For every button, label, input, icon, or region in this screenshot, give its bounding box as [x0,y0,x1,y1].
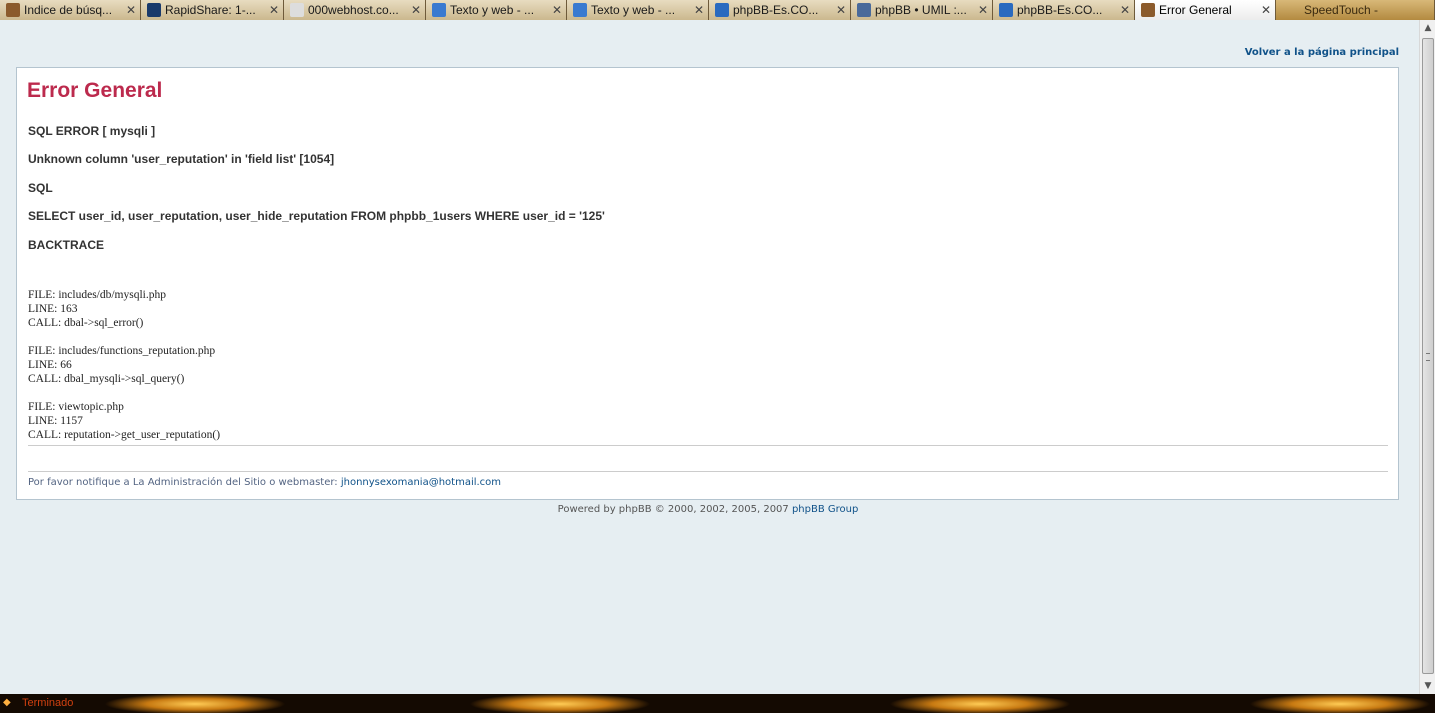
webmaster-email-link[interactable]: jhonnysexomania@hotmail.com [341,477,501,488]
close-tab-icon[interactable]: ✕ [694,3,704,17]
page-favicon-icon [715,3,729,17]
page-content: Volver a la página principal Error Gener… [0,20,1419,694]
browser-tab[interactable]: phpBB • UMIL :... ✕ [851,0,993,20]
browser-tab[interactable]: Texto y web - ... ✕ [426,0,567,20]
sql-label: SQL [28,181,53,195]
page-title: Error General [27,79,163,102]
browser-tab[interactable]: 000webhost.co... ✕ [284,0,426,20]
tab-label: phpBB • UMIL :... [875,3,967,17]
browser-status-bar: ◆ Terminado [0,694,1435,713]
tab-label: 000webhost.co... [308,3,399,17]
close-tab-icon[interactable]: ✕ [552,3,562,17]
browser-tab[interactable]: Indice de búsq... ✕ [0,0,141,20]
status-text: Terminado [22,697,74,709]
browser-tab[interactable]: Texto y web - ... ✕ [567,0,709,20]
close-tab-icon[interactable]: ✕ [1261,3,1271,17]
backtrace-call: CALL: reputation->get_user_reputation() [28,429,221,441]
page-favicon-icon [857,3,871,17]
browser-tab-strip: Indice de búsq... ✕ RapidShare: 1-... ✕ … [0,0,1435,20]
error-panel: Error General SQL ERROR [ mysqli ] Unkno… [16,67,1399,500]
tab-label: phpBB-Es.CO... [733,3,819,17]
backtrace-entry: FILE: includes/functions_reputation.php … [28,344,220,386]
close-tab-icon[interactable]: ✕ [1120,3,1130,17]
page-favicon-icon [147,3,161,17]
divider [28,445,1388,446]
tab-label: Indice de búsq... [24,3,113,17]
page-favicon-icon [6,3,20,17]
browser-tab-active[interactable]: Error General ✕ [1135,0,1276,20]
backtrace-call: CALL: dbal_mysqli->sql_query() [28,373,185,385]
browser-tab[interactable]: RapidShare: 1-... ✕ [141,0,284,20]
backtrace-entry: FILE: includes/db/mysqli.php LINE: 163 C… [28,288,220,330]
divider [28,471,1388,472]
close-tab-icon[interactable]: ✕ [836,3,846,17]
page-favicon-icon [1141,3,1155,17]
scroll-down-arrow-icon[interactable]: ▼ [1420,678,1435,694]
backtrace-list: FILE: includes/db/mysqli.php LINE: 163 C… [28,288,220,456]
backtrace-line: LINE: 163 [28,303,78,315]
scroll-up-arrow-icon[interactable]: ▲ [1420,20,1435,36]
phpbb-group-link[interactable]: phpBB Group [792,504,858,515]
sql-error-type: SQL ERROR [ mysqli ] [28,124,156,138]
close-tab-icon[interactable]: ✕ [978,3,988,17]
browser-tab[interactable]: SpeedTouch - [1276,0,1435,20]
powered-text: Powered by phpBB © 2000, 2002, 2005, 200… [557,504,792,515]
tab-label: phpBB-Es.CO... [1017,3,1103,17]
scrollbar-thumb[interactable] [1422,38,1434,674]
browser-tab[interactable]: phpBB-Es.CO... ✕ [993,0,1135,20]
grip-icon [1426,353,1430,361]
backtrace-entry: FILE: viewtopic.php LINE: 1157 CALL: rep… [28,400,220,442]
backtrace-label: BACKTRACE [28,238,104,252]
tab-label: RapidShare: 1-... [165,3,256,17]
tab-label: Texto y web - ... [450,3,535,17]
page-favicon-icon [999,3,1013,17]
close-tab-icon[interactable]: ✕ [269,3,279,17]
backtrace-file: FILE: includes/functions_reputation.php [28,345,216,357]
status-page-icon: ◆ [3,697,11,708]
error-message: Unknown column 'user_reputation' in 'fie… [28,152,335,166]
tab-label: Texto y web - ... [591,3,676,17]
page-favicon-icon [432,3,446,17]
close-tab-icon[interactable]: ✕ [411,3,421,17]
vertical-scrollbar[interactable]: ▲ ▼ [1419,20,1435,694]
page-favicon-icon [573,3,587,17]
page-favicon-icon [290,3,304,17]
sql-query: SELECT user_id, user_reputation, user_hi… [28,209,605,223]
tab-label: Error General [1159,3,1232,17]
notice-text: Por favor notifique a La Administración … [28,477,341,488]
home-link[interactable]: Volver a la página principal [1245,47,1399,58]
backtrace-file: FILE: includes/db/mysqli.php [28,289,166,301]
close-tab-icon[interactable]: ✕ [126,3,136,17]
backtrace-call: CALL: dbal->sql_error() [28,317,144,329]
tab-label: SpeedTouch - [1304,3,1379,17]
backtrace-line: LINE: 1157 [28,415,83,427]
backtrace-line: LINE: 66 [28,359,72,371]
backtrace-file: FILE: viewtopic.php [28,401,124,413]
webmaster-notice: Por favor notifique a La Administración … [28,477,501,488]
browser-tab[interactable]: phpBB-Es.CO... ✕ [709,0,851,20]
powered-by-footer: Powered by phpBB © 2000, 2002, 2005, 200… [0,504,1416,515]
